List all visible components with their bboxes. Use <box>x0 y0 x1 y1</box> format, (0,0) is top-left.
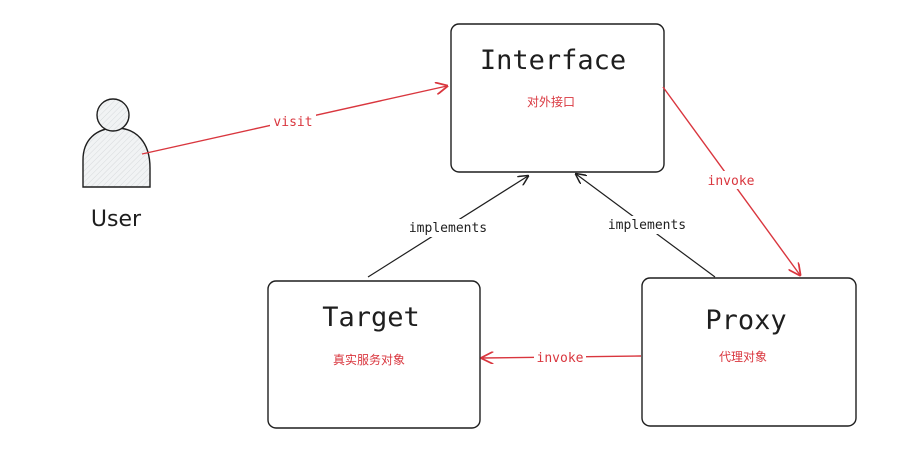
target-node: Target 真实服务对象 <box>267 280 481 429</box>
edge-invoke-interface-proxy: invoke <box>662 86 800 275</box>
invoke-proxy-target-label: invoke <box>537 351 584 366</box>
interface-title: Interface <box>480 45 626 76</box>
implements-proxy-label: implements <box>608 218 686 233</box>
interface-node: Interface 对外接口 <box>450 23 665 173</box>
user-head-icon <box>96 98 130 132</box>
edge-invoke-proxy-target: invoke <box>482 348 642 366</box>
proxy-subtitle: 代理对象 <box>719 350 767 364</box>
proxy-title: Proxy <box>705 305 786 336</box>
edge-implements-target: implements <box>367 176 528 278</box>
visit-label: visit <box>273 115 312 130</box>
edge-visit: visit <box>141 86 447 155</box>
target-title: Target <box>322 302 420 333</box>
user-actor: User <box>82 98 151 232</box>
implements-target-label: implements <box>409 221 487 236</box>
user-label: User <box>91 207 142 232</box>
target-subtitle: 真实服务对象 <box>333 352 405 367</box>
proxy-node: Proxy 代理对象 <box>641 277 857 427</box>
proxy-pattern-diagram: User Interface 对外接口 Target 真实服务对象 Proxy … <box>82 23 857 429</box>
edge-implements-proxy: implements <box>576 174 716 278</box>
invoke-interface-proxy-label: invoke <box>708 174 755 189</box>
user-body-icon <box>82 127 151 188</box>
interface-subtitle: 对外接口 <box>527 94 575 109</box>
